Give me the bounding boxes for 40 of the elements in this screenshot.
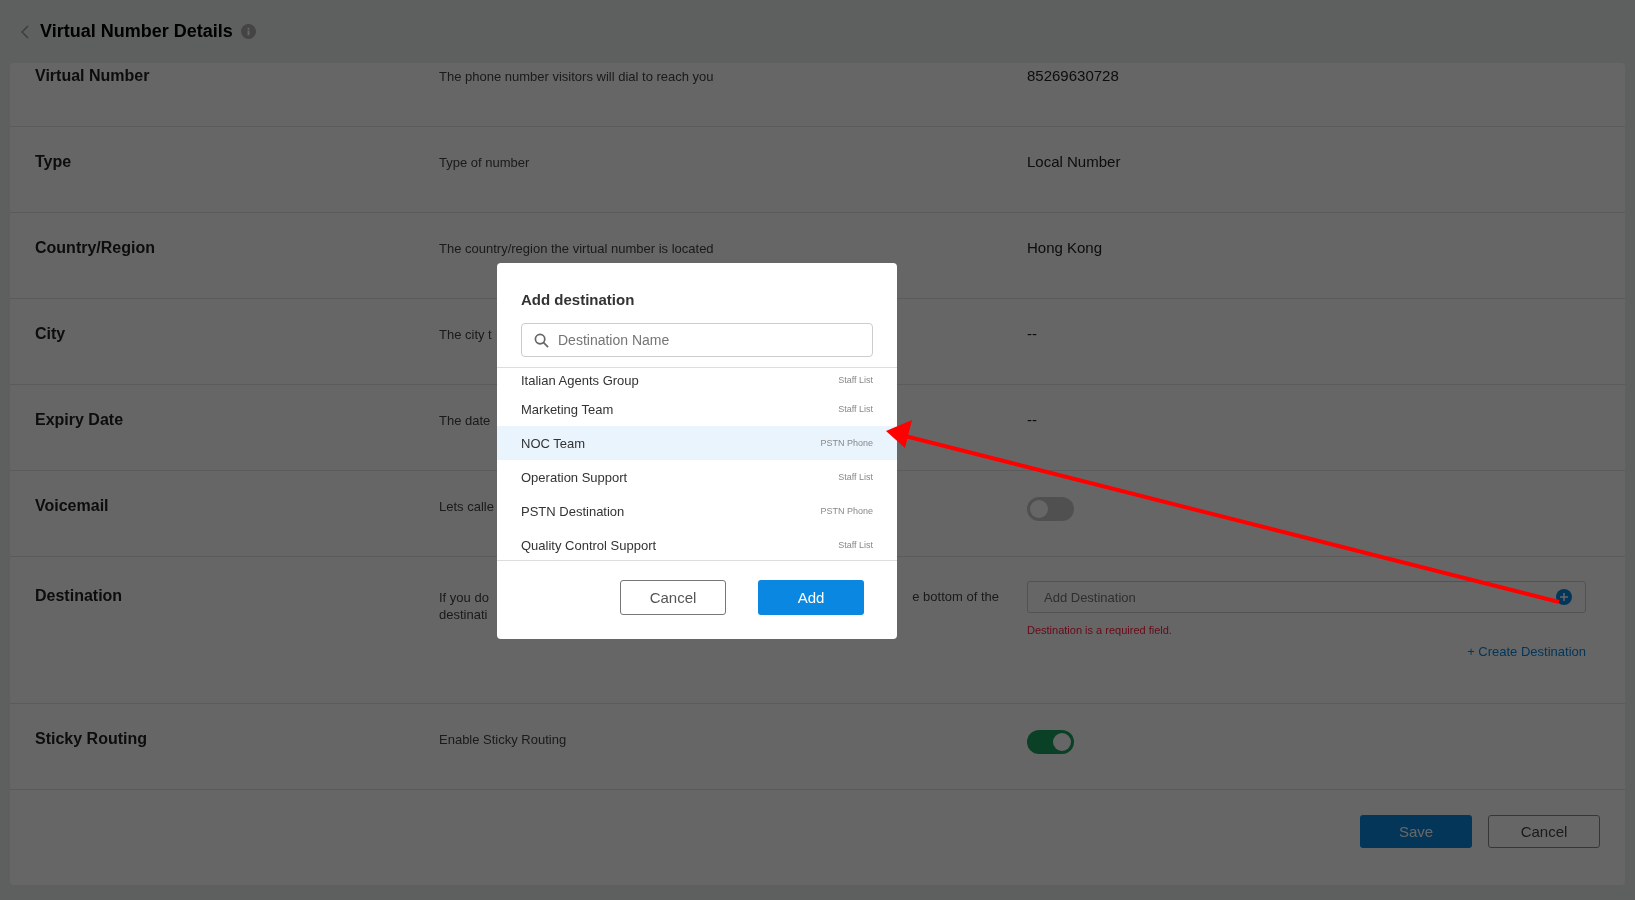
destination-item[interactable]: NOC Team PSTN Phone xyxy=(497,426,897,460)
field-description: The city t xyxy=(439,327,492,342)
add-icon[interactable] xyxy=(1556,589,1572,605)
field-description: Enable Sticky Routing xyxy=(439,732,567,747)
field-label: Type xyxy=(35,153,73,171)
field-value: Local Number xyxy=(1027,153,1121,170)
destination-item[interactable]: PSTN Destination PSTN Phone xyxy=(497,494,897,528)
page-title: Virtual Number Details xyxy=(40,21,233,42)
field-label: Expiry Date xyxy=(35,411,125,429)
destination-item[interactable]: Italian Agents Group Staff List xyxy=(497,368,897,392)
destination-item[interactable]: Quality Control Support Staff List xyxy=(497,528,897,560)
field-description: Lets calle xyxy=(439,499,494,514)
dialog-title: Add destination xyxy=(521,291,635,308)
field-description: Type of number xyxy=(439,155,530,170)
field-description: If you do xyxy=(439,589,489,606)
search-field[interactable]: Destination Name xyxy=(521,323,873,357)
field-value: 85269630728 xyxy=(1027,67,1119,84)
field-value: -- xyxy=(1027,411,1037,428)
back-icon[interactable] xyxy=(20,24,30,39)
add-button[interactable]: Add xyxy=(758,580,864,615)
field-label: Destination xyxy=(35,587,124,605)
destination-item[interactable]: Marketing Team Staff List xyxy=(497,392,897,426)
search-icon xyxy=(534,333,549,348)
field-label: City xyxy=(35,325,67,343)
field-label: Country/Region xyxy=(35,239,156,257)
field-label: Virtual Number xyxy=(35,67,151,85)
field-description: The country/region the virtual number is located xyxy=(439,241,714,256)
field-label: Voicemail xyxy=(35,497,110,515)
field-value: Hong Kong xyxy=(1027,239,1103,256)
cancel-button[interactable]: Cancel xyxy=(620,580,726,615)
destination-item[interactable]: Operation Support Staff List xyxy=(497,460,897,494)
toggle-switch[interactable] xyxy=(1027,730,1074,754)
field-description: The date xyxy=(439,413,491,428)
field-description: The phone number visitors will dial to reach you xyxy=(439,69,714,84)
field-description: e bottom of the xyxy=(912,589,999,604)
field-label: Sticky Routing xyxy=(35,730,148,748)
field-description: destinati xyxy=(439,606,488,623)
field-value: -- xyxy=(1027,325,1037,342)
info-icon xyxy=(240,24,256,39)
error-message: Destination is a required field. xyxy=(1027,624,1172,636)
